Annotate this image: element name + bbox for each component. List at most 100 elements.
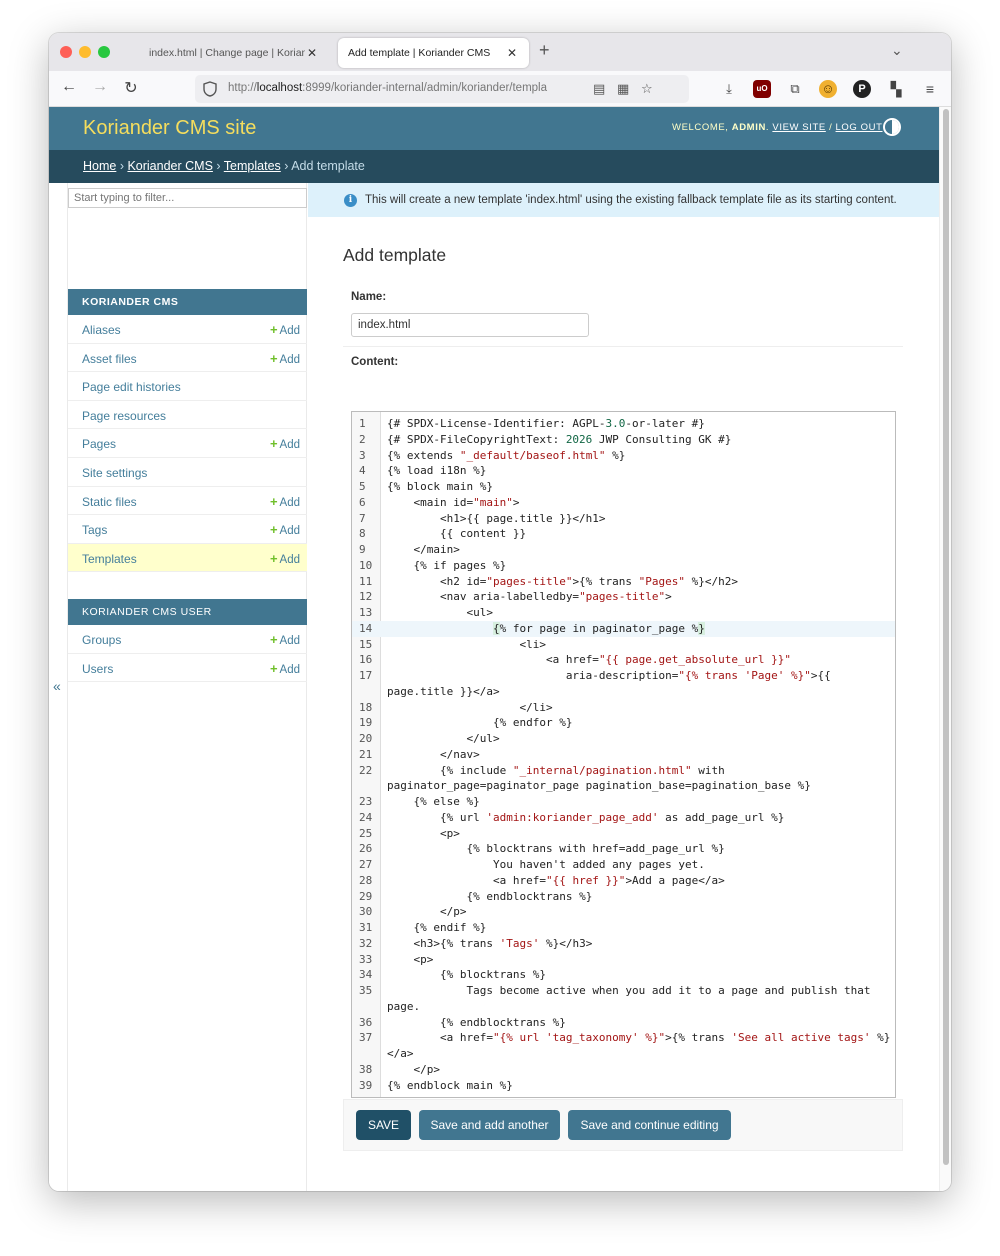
view-site-link[interactable]: VIEW SITE [772,122,825,133]
sidebar-collapse-gutter[interactable]: « [49,183,68,1191]
code-line: 2 {# SPDX-FileCopyrightText: 2026 JWP Con… [352,432,895,448]
code-line: 1 {# SPDX-License-Identifier: AGPL-3.0-or… [352,416,895,432]
hamburger-menu-icon[interactable]: ≡ [921,80,939,98]
site-header: Koriander CMS site WELCOME, ADMIN. VIEW … [49,107,939,150]
code-text: {# SPDX-FileCopyrightText: 2026 JWP Cons… [387,432,732,446]
add-link[interactable]: + Add [270,351,300,366]
minimize-window-button[interactable] [79,46,91,58]
save-and-continue-button[interactable]: Save and continue editing [568,1110,731,1140]
line-number: 23 [359,795,373,808]
code-text: {# SPDX-License-Identifier: AGPL-3.0-or-… [387,417,705,430]
code-text: </li> [387,700,553,714]
username: ADMIN [731,122,766,133]
ublock-shield-icon[interactable]: uO [753,80,771,98]
downloads-icon[interactable]: ⤓ [720,80,738,98]
sidebar-item-link[interactable]: Groups [82,633,121,647]
add-link[interactable]: + Add [270,322,300,337]
code-text: {% endblocktrans %} [387,1015,566,1029]
zoom-window-button[interactable] [98,46,110,58]
sidebar-item-link[interactable]: Aliases [82,323,121,337]
module-caption[interactable]: Koriander CMS User [68,599,307,625]
line-number: 27 [359,858,373,871]
close-tab-icon[interactable]: ✕ [305,46,319,60]
add-link[interactable]: + Add [270,436,300,451]
site-title[interactable]: Koriander CMS site [83,117,256,140]
browser-window: index.html | Change page | Koriande ✕ Ad… [49,33,951,1191]
sidebar-item-link[interactable]: Pages [82,437,116,451]
save-and-add-another-button[interactable]: Save and add another [419,1110,560,1140]
sidebar-item-link[interactable]: Asset files [82,352,137,366]
line-number: 2 [359,432,366,446]
code-line: 23 {% else %} [352,794,895,810]
back-arrow-icon[interactable]: ← [58,78,80,96]
breadcrumb-app[interactable]: Koriander CMS [127,159,212,173]
code-text: <p> [387,826,460,840]
add-label: Add [279,525,300,538]
sidebar-item-link[interactable]: Page edit histories [82,380,181,394]
sidebar-item-link[interactable]: Site settings [82,466,147,480]
code-line: 28 <a href="{{ href }}">Add a page</a> [352,873,895,889]
add-link[interactable]: + Add [270,632,300,647]
code-text: <li> [387,637,546,651]
sidebar-item-users: Users + Add [68,654,307,683]
sidebar-item-link[interactable]: Templates [82,552,137,566]
code-line: 31 {% endif %} [352,920,895,936]
code-line: 5 {% block main %} [352,479,895,495]
breadcrumb-home[interactable]: Home [83,159,116,173]
line-number: 31 [359,921,373,934]
tracking-shield-icon[interactable] [203,81,217,97]
sidebar-item-link[interactable]: Static files [82,495,137,509]
page-scrollbar[interactable] [939,107,951,1191]
extension-grid-icon[interactable]: ▚ [887,80,905,98]
line-number: 7 [359,511,366,525]
line-number: 37 [359,1031,373,1045]
add-link[interactable]: + Add [270,661,300,676]
bookmark-star-icon[interactable]: ☆ [641,81,653,97]
breadcrumb-model[interactable]: Templates [224,159,281,173]
address-bar[interactable]: http://localhost:8999/koriander-internal… [195,75,689,103]
theme-toggle-icon[interactable] [883,118,901,136]
extension-p-icon[interactable]: P [853,80,871,98]
line-number: 35 [359,984,373,997]
sidebar-item-link[interactable]: Users [82,662,113,676]
add-link[interactable]: + Add [270,522,300,537]
log-out-link[interactable]: LOG OUT [836,122,883,133]
code-text: <a href="{% url 'tag_taxonomy' %}">{% tr… [387,1031,891,1060]
collapse-sidebar-icon[interactable]: « [53,678,61,694]
code-line: 25 <p> [352,826,895,842]
add-link[interactable]: + Add [270,551,300,566]
reader-view-icon[interactable]: ▤ [593,81,605,97]
add-link[interactable]: + Add [270,494,300,509]
sidebar-item-link[interactable]: Page resources [82,409,166,423]
code-line: 14 {% for page in paginator_page %} [352,620,895,637]
close-tab-icon[interactable]: ✕ [505,46,519,60]
code-text: </nav> [387,747,480,761]
code-text: <ul> [387,606,493,619]
code-text: <a href="{{ page.get_absolute_url }}" [387,653,791,667]
name-field[interactable] [351,313,589,337]
extension-face-icon[interactable]: ☺ [819,80,837,98]
forward-arrow-icon[interactable]: → [89,78,111,96]
code-line: 16 <a href="{{ page.get_absolute_url }}" [352,652,895,668]
add-label: Add [279,635,300,647]
name-label: Name: [351,291,387,303]
sidebar-item-link[interactable]: Tags [82,523,107,537]
new-tab-icon[interactable]: + [539,40,550,61]
close-window-button[interactable] [60,46,72,58]
code-editor[interactable]: 1 {# SPDX-License-Identifier: AGPL-3.0-or… [351,411,896,1098]
browser-tab-change-page[interactable]: index.html | Change page | Koriande ✕ [139,38,329,68]
plus-icon: + [269,660,278,676]
module-caption[interactable]: Koriander CMS [68,289,307,315]
qr-code-icon[interactable]: ▦ [617,81,629,97]
save-button[interactable]: SAVE [356,1110,411,1140]
reload-icon[interactable]: ↻ [120,78,142,98]
sidebar-filter-input[interactable] [68,188,307,208]
code-line: 37 <a href="{% url 'tag_taxonomy' %}">{%… [352,1030,895,1062]
breadcrumb: Home › Koriander CMS › Templates › Add t… [49,150,939,183]
tab-list-chevron-icon[interactable]: ⌄ [891,42,903,59]
browser-tab-add-template[interactable]: Add template | Koriander CMS ✕ [338,38,529,68]
scrollbar-thumb[interactable] [943,109,949,1165]
plus-icon: + [269,550,278,566]
code-line: 38 </p> [352,1062,895,1078]
extensions-puzzle-icon[interactable]: ⧉ [786,80,804,98]
